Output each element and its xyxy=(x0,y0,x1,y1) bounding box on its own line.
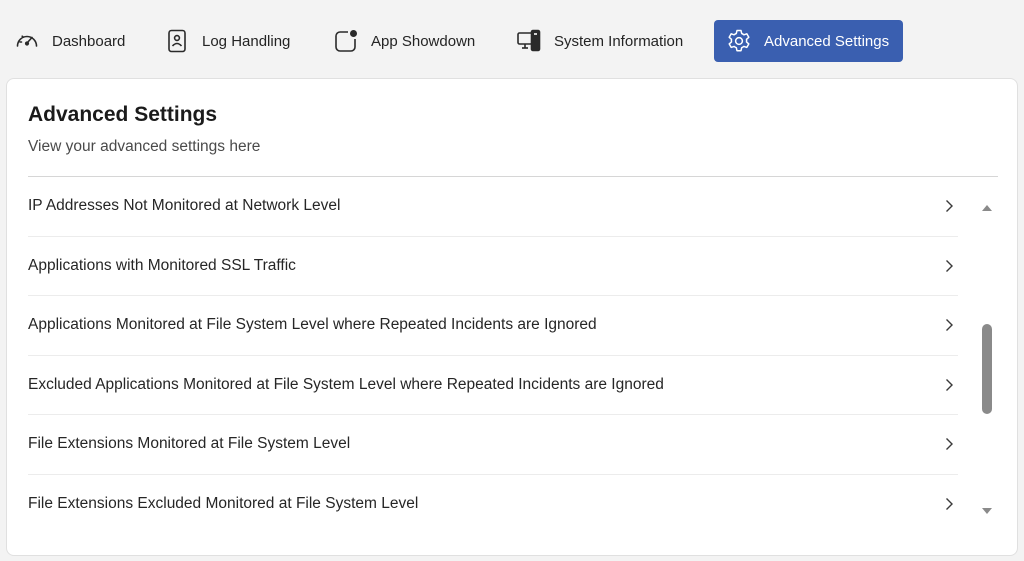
tab-advanced-settings-label: Advanced Settings xyxy=(764,32,890,50)
chevron-right-icon xyxy=(946,438,953,451)
tab-dashboard-label: Dashboard xyxy=(52,32,126,50)
settings-item-file-extensions-monitored[interactable]: File Extensions Monitored at File System… xyxy=(28,415,958,475)
settings-item-label: Applications with Monitored SSL Traffic xyxy=(28,256,296,274)
tab-app-showdown-label: App Showdown xyxy=(371,32,476,50)
settings-item-ip-addresses[interactable]: IP Addresses Not Monitored at Network Le… xyxy=(28,177,958,237)
vertical-scrollbar[interactable] xyxy=(978,196,996,522)
settings-item-label: File Extensions Excluded Monitored at Fi… xyxy=(28,495,419,513)
tab-system-information-label: System Information xyxy=(554,32,684,50)
scrollbar-thumb[interactable] xyxy=(982,324,992,414)
settings-item-label: IP Addresses Not Monitored at Network Le… xyxy=(28,197,341,215)
computer-device-icon xyxy=(516,28,542,54)
app-notification-icon xyxy=(333,28,359,54)
tab-advanced-settings[interactable]: Advanced Settings xyxy=(714,20,904,62)
top-navigation: Dashboard Log Handling App Showdown Syst… xyxy=(0,0,1024,78)
scroll-down-arrow-icon[interactable] xyxy=(982,508,992,514)
advanced-settings-panel: Advanced Settings View your advanced set… xyxy=(6,78,1018,556)
settings-list: IP Addresses Not Monitored at Network Le… xyxy=(28,177,958,534)
settings-item-label: Excluded Applications Monitored at File … xyxy=(28,375,664,393)
page-title: Advanced Settings xyxy=(28,103,218,126)
chevron-right-icon xyxy=(946,259,953,272)
scroll-up-arrow-icon[interactable] xyxy=(982,205,992,211)
settings-item-label: Applications Monitored at File System Le… xyxy=(28,316,597,334)
chevron-right-icon xyxy=(946,200,953,213)
settings-item-label: File Extensions Monitored at File System… xyxy=(28,435,351,453)
tab-log-handling[interactable]: Log Handling xyxy=(164,20,290,62)
settings-item-fs-repeated-ignored[interactable]: Applications Monitored at File System Le… xyxy=(28,296,958,356)
settings-item-ssl-traffic[interactable]: Applications with Monitored SSL Traffic xyxy=(28,237,958,296)
page-subtitle: View your advanced settings here xyxy=(28,138,261,155)
chevron-right-icon xyxy=(946,498,953,511)
tab-log-handling-label: Log Handling xyxy=(202,32,291,50)
gear-icon xyxy=(726,28,752,54)
chevron-right-icon xyxy=(946,319,953,332)
tab-app-showdown[interactable]: App Showdown xyxy=(333,20,475,62)
tab-system-information[interactable]: System Information xyxy=(516,20,683,62)
log-document-icon xyxy=(164,28,190,54)
gauge-icon xyxy=(14,28,40,54)
settings-item-excluded-fs-repeated-ignored[interactable]: Excluded Applications Monitored at File … xyxy=(28,356,958,415)
settings-item-file-extensions-excluded[interactable]: File Extensions Excluded Monitored at Fi… xyxy=(28,475,958,535)
tab-dashboard[interactable]: Dashboard xyxy=(14,20,125,62)
chevron-right-icon xyxy=(946,378,953,391)
